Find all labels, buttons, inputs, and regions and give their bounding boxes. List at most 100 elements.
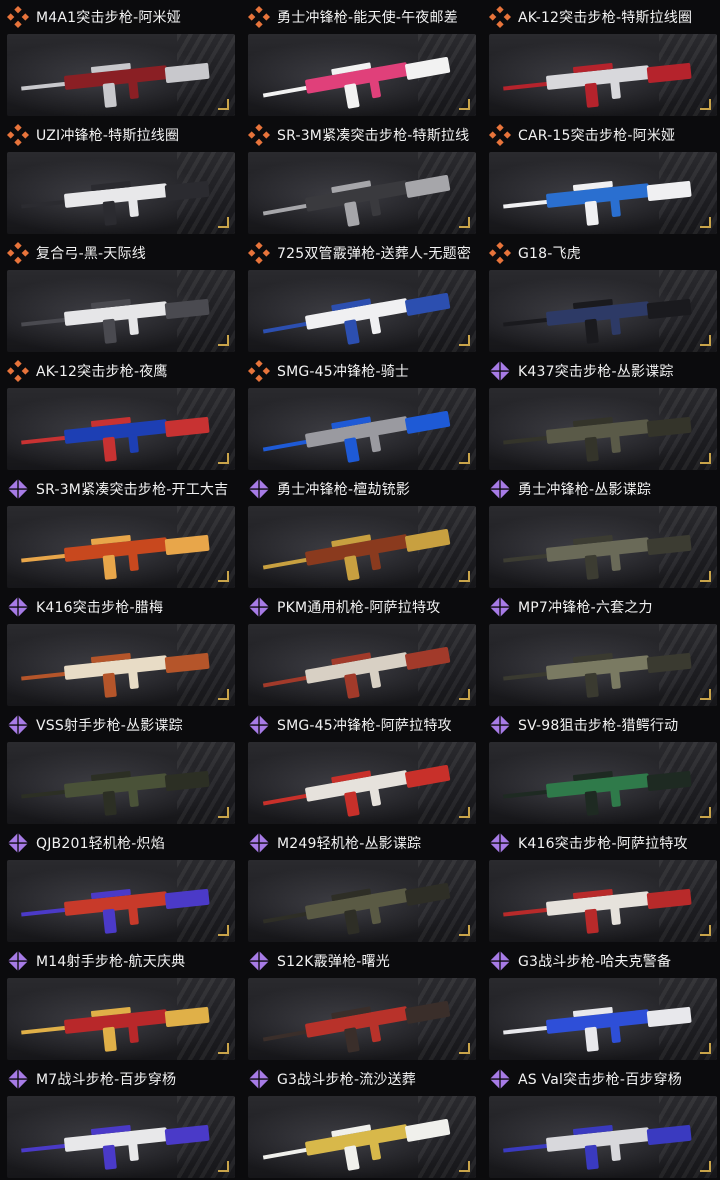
weapon-card-3[interactable]: AK-12突击步枪-特斯拉线圈 xyxy=(485,0,720,118)
weapon-card-7[interactable]: 复合弓-黑-天际线 xyxy=(3,236,239,354)
weapon-preview-image xyxy=(248,742,476,824)
corner-marker-icon xyxy=(218,807,229,818)
epic-rarity-icon xyxy=(7,478,29,500)
weapon-card-2[interactable]: 勇士冲锋枪-能天使-午夜邮差 xyxy=(244,0,480,118)
weapon-card-1[interactable]: M4A1突击步枪-阿米娅 xyxy=(3,0,239,118)
legendary-rarity-icon xyxy=(7,360,29,382)
weapon-name: AK-12突击步枪-特斯拉线圈 xyxy=(518,10,693,26)
weapon-card-21[interactable]: SV-98狙击步枪-猎鳄行动 xyxy=(485,708,720,826)
weapon-card-13[interactable]: SR-3M紧凑突击步枪-开工大吉 xyxy=(3,472,239,590)
weapon-name: M14射手步枪-航天庆典 xyxy=(36,954,186,970)
weapon-card-28[interactable]: M7战斗步枪-百步穿杨 xyxy=(3,1062,239,1180)
corner-marker-icon xyxy=(459,571,470,582)
card-header: AK-12突击步枪-夜鹰 xyxy=(3,354,239,388)
weapon-card-8[interactable]: 725双管霰弹枪-送葬人-无题密 xyxy=(244,236,480,354)
weapon-card-9[interactable]: G18-飞虎 xyxy=(485,236,720,354)
weapon-preview-image xyxy=(248,860,476,942)
weapon-preview-image xyxy=(7,34,235,116)
weapon-name: QJB201轻机枪-炽焰 xyxy=(36,836,165,852)
legendary-rarity-icon xyxy=(7,6,29,28)
weapon-card-12[interactable]: K437突击步枪-丛影谍踪 xyxy=(485,354,720,472)
weapon-preview-image xyxy=(248,1096,476,1178)
weapon-name: G18-飞虎 xyxy=(518,246,581,262)
weapon-name: 复合弓-黑-天际线 xyxy=(36,246,146,262)
weapon-preview-image xyxy=(7,742,235,824)
weapon-image xyxy=(21,1006,210,1052)
corner-marker-icon xyxy=(459,807,470,818)
weapon-card-24[interactable]: K416突击步枪-阿萨拉特攻 xyxy=(485,826,720,944)
weapon-card-27[interactable]: G3战斗步枪-哈夫克警备 xyxy=(485,944,720,1062)
legendary-rarity-icon xyxy=(248,124,270,146)
weapon-card-11[interactable]: SMG-45冲锋枪-骑士 xyxy=(244,354,480,472)
weapon-image xyxy=(262,528,451,581)
card-header: 725双管霰弹枪-送葬人-无题密 xyxy=(244,236,480,270)
card-header: SMG-45冲锋枪-骑士 xyxy=(244,354,480,388)
epic-rarity-icon xyxy=(7,714,29,736)
corner-marker-icon xyxy=(700,335,711,346)
weapon-image xyxy=(21,770,210,816)
weapon-card-20[interactable]: SMG-45冲锋枪-阿萨拉特攻 xyxy=(244,708,480,826)
weapon-card-23[interactable]: M249轻机枪-丛影谍踪 xyxy=(244,826,480,944)
weapon-preview-image xyxy=(248,270,476,352)
weapon-card-18[interactable]: MP7冲锋枪-六套之力 xyxy=(485,590,720,708)
weapon-card-29[interactable]: G3战斗步枪-流沙送葬 xyxy=(244,1062,480,1180)
corner-marker-icon xyxy=(459,1043,470,1054)
weapon-preview-image xyxy=(248,978,476,1060)
weapon-image xyxy=(262,56,451,109)
epic-rarity-icon xyxy=(248,478,270,500)
legendary-rarity-icon xyxy=(7,124,29,146)
card-header: M4A1突击步枪-阿米娅 xyxy=(3,0,239,34)
epic-rarity-icon xyxy=(248,1068,270,1090)
weapon-card-14[interactable]: 勇士冲锋枪-檀劫铳影 xyxy=(244,472,480,590)
epic-rarity-icon xyxy=(489,478,511,500)
weapon-name: S12K霰弹枪-曙光 xyxy=(277,954,390,970)
weapon-card-30[interactable]: AS Val突击步枪-百步穿杨 xyxy=(485,1062,720,1180)
weapon-name: M7战斗步枪-百步穿杨 xyxy=(36,1072,177,1088)
weapon-card-5[interactable]: SR-3M紧凑突击步枪-特斯拉线 xyxy=(244,118,480,236)
weapon-card-22[interactable]: QJB201轻机枪-炽焰 xyxy=(3,826,239,944)
card-header: AK-12突击步枪-特斯拉线圈 xyxy=(485,0,720,34)
legendary-rarity-icon xyxy=(248,242,270,264)
card-header: MP7冲锋枪-六套之力 xyxy=(485,590,720,624)
epic-rarity-icon xyxy=(489,596,511,618)
weapon-name: AS Val突击步枪-百步穿杨 xyxy=(518,1072,682,1088)
card-header: G18-飞虎 xyxy=(485,236,720,270)
weapon-card-25[interactable]: M14射手步枪-航天庆典 xyxy=(3,944,239,1062)
weapon-card-4[interactable]: UZI冲锋枪-特斯拉线圈 xyxy=(3,118,239,236)
weapon-card-6[interactable]: CAR-15突击步枪-阿米娅 xyxy=(485,118,720,236)
weapon-card-17[interactable]: PKM通用机枪-阿萨拉特攻 xyxy=(244,590,480,708)
weapon-card-16[interactable]: K416突击步枪-腊梅 xyxy=(3,590,239,708)
card-header: M14射手步枪-航天庆典 xyxy=(3,944,239,978)
legendary-rarity-icon xyxy=(489,6,511,28)
card-header: SMG-45冲锋枪-阿萨拉特攻 xyxy=(244,708,480,742)
weapon-name: M4A1突击步枪-阿米娅 xyxy=(36,10,181,26)
weapon-image xyxy=(503,1006,692,1052)
corner-marker-icon xyxy=(218,453,229,464)
weapon-card-19[interactable]: VSS射手步枪-丛影谍踪 xyxy=(3,708,239,826)
card-header: SR-3M紧凑突击步枪-特斯拉线 xyxy=(244,118,480,152)
weapon-image xyxy=(503,652,692,698)
corner-marker-icon xyxy=(700,1161,711,1172)
epic-rarity-icon xyxy=(248,950,270,972)
weapon-preview-image xyxy=(248,152,476,234)
card-header: 勇士冲锋枪-丛影谍踪 xyxy=(485,472,720,506)
weapon-image xyxy=(21,888,210,934)
weapon-card-15[interactable]: 勇士冲锋枪-丛影谍踪 xyxy=(485,472,720,590)
weapon-preview-image xyxy=(489,270,717,352)
weapon-preview-image xyxy=(489,1096,717,1178)
weapon-name: MP7冲锋枪-六套之力 xyxy=(518,600,653,616)
weapon-image xyxy=(503,888,692,934)
weapon-name: SMG-45冲锋枪-骑士 xyxy=(277,364,410,380)
epic-rarity-icon xyxy=(7,832,29,854)
weapon-name: M249轻机枪-丛影谍踪 xyxy=(277,836,422,852)
weapon-card-26[interactable]: S12K霰弹枪-曙光 xyxy=(244,944,480,1062)
weapon-preview-image xyxy=(248,624,476,706)
weapon-image xyxy=(262,646,451,699)
card-header: SV-98狙击步枪-猎鳄行动 xyxy=(485,708,720,742)
weapon-image xyxy=(262,764,451,817)
card-header: PKM通用机枪-阿萨拉特攻 xyxy=(244,590,480,624)
weapon-card-10[interactable]: AK-12突击步枪-夜鹰 xyxy=(3,354,239,472)
weapon-image xyxy=(21,62,210,108)
weapon-name: 勇士冲锋枪-丛影谍踪 xyxy=(518,482,652,498)
weapon-preview-image xyxy=(7,1096,235,1178)
